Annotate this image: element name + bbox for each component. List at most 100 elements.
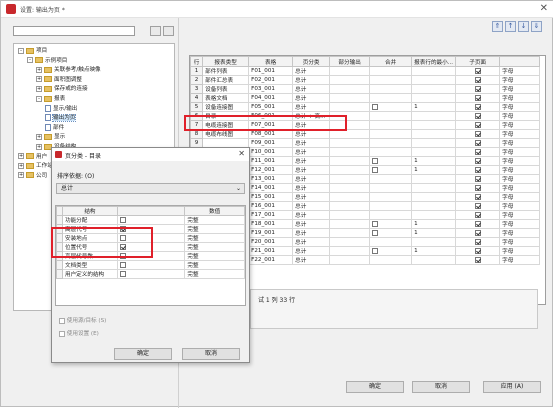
report-type-cell[interactable]: 设备连接图 (202, 102, 250, 112)
merge-cell[interactable] (369, 228, 413, 238)
subpage-cell[interactable] (455, 183, 501, 193)
page-category-cell[interactable]: 总计 (292, 66, 331, 76)
grid-column-header[interactable]: 部分输出 (329, 56, 371, 67)
numbering-cell[interactable]: 字母 (499, 174, 541, 184)
subpage-cell[interactable] (455, 156, 501, 166)
merge-checkbox[interactable] (372, 103, 379, 110)
min-rows-cell[interactable] (411, 183, 457, 193)
numbering-cell[interactable]: 字母 (499, 75, 541, 85)
merge-checkbox[interactable] (372, 229, 379, 236)
subpage-cell[interactable] (455, 66, 501, 76)
min-rows-cell[interactable]: 1 (411, 246, 457, 256)
move-down-icon[interactable]: ↓ (518, 21, 529, 32)
subpage-checkbox[interactable] (474, 121, 481, 128)
subpage-checkbox[interactable] (474, 184, 481, 191)
partial-output-cell[interactable] (329, 156, 371, 166)
expand-icon[interactable]: + (18, 172, 24, 179)
cancel-button[interactable]: 取消 (412, 381, 470, 393)
use-settings-option[interactable]: 使用设置 (E) (59, 329, 99, 337)
page-category-cell[interactable]: 总计 (292, 102, 331, 112)
partial-output-cell[interactable] (329, 228, 371, 238)
report-type-cell[interactable]: 部件列表 (202, 66, 250, 76)
page-category-cell[interactable]: 总计 (292, 246, 331, 256)
form-cell[interactable]: F11_001 (248, 156, 294, 166)
partial-output-cell[interactable] (329, 75, 371, 85)
merge-cell[interactable] (369, 129, 413, 139)
sort-dropdown[interactable]: 总计 ⌄ (56, 183, 245, 194)
form-cell[interactable]: F04_001 (248, 93, 294, 103)
page-category-cell[interactable]: 总计 (292, 201, 331, 211)
merge-checkbox[interactable] (372, 220, 379, 227)
subpage-checkbox[interactable] (474, 202, 481, 209)
numbering-cell[interactable]: 字母 (499, 120, 541, 130)
page-category-cell[interactable]: 总计 (292, 219, 331, 229)
numbering-cell[interactable]: 字母 (499, 183, 541, 193)
form-cell[interactable]: F13_001 (248, 174, 294, 184)
structure-check-cell[interactable] (116, 260, 186, 270)
subpage-checkbox[interactable] (474, 256, 481, 263)
move-up-icon[interactable]: ↑ (505, 21, 516, 32)
grid-column-header[interactable]: 合并 (369, 56, 413, 67)
expand-icon[interactable]: + (36, 133, 42, 140)
subpage-checkbox[interactable] (474, 166, 481, 173)
min-rows-cell[interactable] (411, 255, 457, 265)
subpage-checkbox[interactable] (474, 229, 481, 236)
numbering-cell[interactable]: 字母 (499, 237, 541, 247)
merge-cell[interactable] (369, 75, 413, 85)
search-go-button[interactable] (163, 26, 174, 36)
structure-value[interactable]: 完整 (184, 260, 245, 270)
subpage-cell[interactable] (455, 129, 501, 139)
merge-cell[interactable] (369, 120, 413, 130)
structure-value[interactable]: 完整 (184, 269, 245, 279)
min-rows-cell[interactable]: 1 (411, 165, 457, 175)
grid-column-header[interactable] (499, 56, 541, 67)
min-rows-cell[interactable] (411, 120, 457, 130)
numbering-cell[interactable]: 字母 (499, 246, 541, 256)
merge-checkbox[interactable] (372, 166, 379, 173)
form-cell[interactable]: F02_001 (248, 75, 294, 85)
ok-button[interactable]: 确定 (346, 381, 404, 393)
subpage-cell[interactable] (455, 210, 501, 220)
partial-output-cell[interactable] (329, 174, 371, 184)
merge-cell[interactable] (369, 165, 413, 175)
subpage-checkbox[interactable] (474, 67, 481, 74)
form-cell[interactable]: F10_001 (248, 147, 294, 157)
subpage-cell[interactable] (455, 93, 501, 103)
page-category-cell[interactable]: 总计 (292, 84, 331, 94)
merge-cell[interactable] (369, 111, 413, 121)
min-rows-cell[interactable] (411, 75, 457, 85)
min-rows-cell[interactable] (411, 129, 457, 139)
merge-cell[interactable] (369, 183, 413, 193)
min-rows-cell[interactable] (411, 111, 457, 121)
numbering-cell[interactable]: 字母 (499, 102, 541, 112)
merge-cell[interactable] (369, 66, 413, 76)
form-cell[interactable]: F22_001 (248, 255, 294, 265)
subpage-cell[interactable] (455, 102, 501, 112)
partial-output-cell[interactable] (329, 66, 371, 76)
form-cell[interactable]: F12_001 (248, 165, 294, 175)
form-cell[interactable]: F17_001 (248, 210, 294, 220)
grid-column-header[interactable]: 报表类型 (202, 56, 250, 67)
page-category-cell[interactable]: 总计 (292, 192, 331, 202)
merge-cell[interactable] (369, 147, 413, 157)
page-category-cell[interactable]: 总计 (292, 75, 331, 85)
tree-node[interactable]: 输出为页 (45, 114, 77, 123)
subpage-checkbox[interactable] (474, 247, 481, 254)
min-rows-cell[interactable]: 1 (411, 102, 457, 112)
merge-cell[interactable] (369, 255, 413, 265)
grid-column-header[interactable]: 行 (190, 56, 204, 67)
subpage-cell[interactable] (455, 120, 501, 130)
partial-output-cell[interactable] (329, 210, 371, 220)
tree-node[interactable]: 部件 (45, 123, 64, 132)
table-row[interactable]: 4 表格文档 F04_001 总计 字母 (190, 93, 541, 103)
expand-icon[interactable]: + (18, 162, 24, 169)
page-category-cell[interactable]: 总计 (292, 210, 331, 220)
table-row[interactable]: 5 设备连接图 F05_001 总计 1 字母 (190, 102, 541, 112)
numbering-cell[interactable]: 字母 (499, 93, 541, 103)
table-row[interactable]: 3 设备列表 F03_001 总计 字母 (190, 84, 541, 94)
min-rows-cell[interactable] (411, 192, 457, 202)
partial-output-cell[interactable] (329, 102, 371, 112)
subpage-cell[interactable] (455, 147, 501, 157)
structure-check-cell[interactable] (116, 269, 186, 279)
table-row[interactable]: 1 部件列表 F01_001 总计 字母 (190, 66, 541, 76)
